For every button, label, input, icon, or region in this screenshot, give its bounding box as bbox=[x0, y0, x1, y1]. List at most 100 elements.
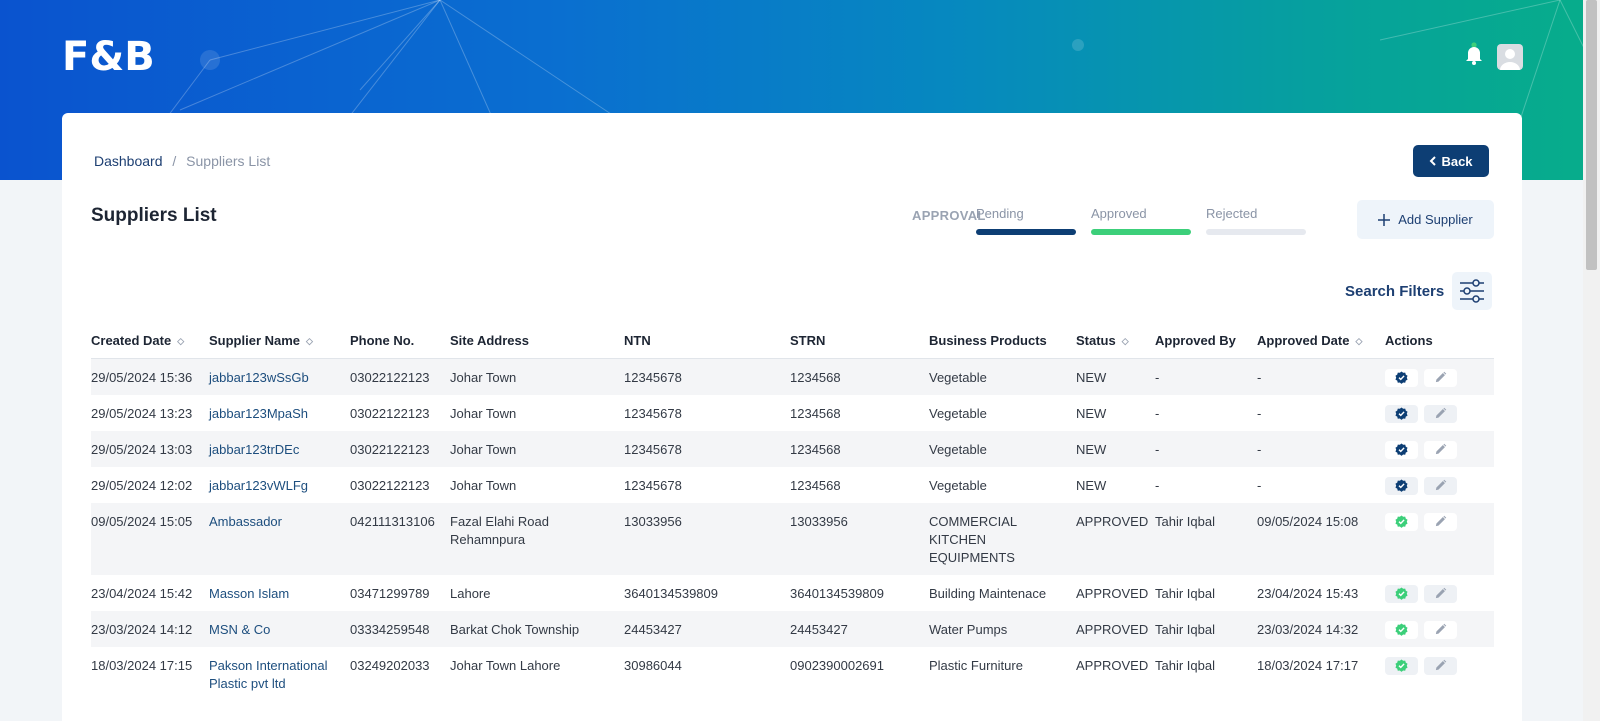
edit-button[interactable] bbox=[1424, 584, 1457, 603]
actions-cell bbox=[1385, 467, 1494, 503]
sort-icon[interactable]: ◇ bbox=[177, 337, 184, 346]
col-business-products: Business Products bbox=[929, 323, 1076, 359]
status-cell: NEW bbox=[1076, 430, 1155, 467]
ntn-cell: 12345678 bbox=[624, 405, 682, 421]
supplier-name-cell[interactable]: Pakson International Plastic pvt ltd bbox=[209, 647, 350, 701]
app-logo[interactable]: F&B bbox=[62, 34, 155, 80]
tab-pending-label: Pending bbox=[976, 206, 1024, 221]
edit-button[interactable] bbox=[1424, 476, 1457, 495]
scrollbar-thumb[interactable] bbox=[1586, 0, 1597, 270]
table-row: 29/05/2024 13:23 jabbar123MpaSh 0302212212… bbox=[91, 395, 1494, 431]
supplier-name-cell[interactable]: MSN & Co bbox=[209, 610, 350, 647]
edit-button[interactable] bbox=[1424, 368, 1457, 387]
col-strn: STRN bbox=[790, 323, 929, 359]
filter-sliders-button[interactable] bbox=[1452, 272, 1492, 310]
approved-by-cell: Tahir Iqbal bbox=[1155, 502, 1257, 575]
back-button[interactable]: Back bbox=[1413, 145, 1489, 177]
strn-cell: 0902390002691 bbox=[790, 657, 884, 673]
bell-icon[interactable] bbox=[1465, 42, 1483, 66]
approve-button[interactable] bbox=[1385, 404, 1418, 423]
approved-by-cell: - bbox=[1155, 405, 1160, 421]
supplier-name-cell[interactable]: Masson Islam bbox=[209, 575, 350, 611]
supplier-name-cell[interactable]: jabbar123vWLFg bbox=[209, 467, 350, 503]
business-products-cell: Vegetable bbox=[929, 358, 1076, 395]
row-actions bbox=[1385, 512, 1494, 531]
verified-check-icon bbox=[1395, 623, 1408, 636]
col-created-date-label: Created Date bbox=[91, 332, 172, 348]
site-address-cell: Johar Town bbox=[450, 430, 624, 467]
sort-icon[interactable]: ◇ bbox=[1122, 337, 1129, 346]
pencil-icon bbox=[1435, 659, 1447, 671]
edit-button[interactable] bbox=[1424, 404, 1457, 423]
search-filters-label[interactable]: Search Filters bbox=[1345, 283, 1444, 300]
sort-icon[interactable]: ◇ bbox=[1355, 337, 1362, 346]
approve-button[interactable] bbox=[1385, 476, 1418, 495]
status-cell: NEW bbox=[1076, 358, 1155, 395]
row-actions bbox=[1385, 368, 1494, 387]
actions-cell bbox=[1385, 575, 1494, 611]
approve-button[interactable] bbox=[1385, 512, 1418, 531]
tab-approved[interactable]: Approved bbox=[1091, 206, 1191, 235]
breadcrumb-separator: / bbox=[172, 153, 177, 169]
strn-cell: 1234568 bbox=[790, 430, 929, 467]
tab-rejected-label: Rejected bbox=[1206, 206, 1258, 221]
add-supplier-button[interactable]: Add Supplier bbox=[1357, 200, 1494, 239]
edit-button[interactable] bbox=[1424, 620, 1457, 639]
tab-pending[interactable]: Pending bbox=[976, 206, 1076, 235]
created-date-cell: 09/05/2024 15:05 bbox=[91, 502, 209, 575]
col-created-date[interactable]: Created Date ◇ bbox=[91, 323, 209, 359]
approve-button[interactable] bbox=[1385, 656, 1418, 675]
col-status[interactable]: Status ◇ bbox=[1076, 323, 1155, 359]
status-cell: NEW bbox=[1076, 477, 1107, 493]
col-site-address: Site Address bbox=[450, 323, 624, 359]
sort-icon[interactable]: ◇ bbox=[306, 337, 313, 346]
back-button-label: Back bbox=[1441, 153, 1473, 169]
page-scrollbar[interactable] bbox=[1583, 0, 1600, 721]
pencil-icon bbox=[1435, 587, 1447, 599]
site-address-cell: Barkat Chok Township bbox=[450, 610, 624, 647]
site-address-cell: Fazal Elahi Road Rehamnpura bbox=[450, 502, 624, 575]
user-avatar[interactable] bbox=[1497, 44, 1523, 70]
created-date-cell: 23/04/2024 15:42 bbox=[91, 585, 193, 601]
site-address-cell: Johar Town bbox=[450, 477, 517, 493]
status-cell: NEW bbox=[1076, 405, 1107, 421]
created-date-cell: 18/03/2024 17:15 bbox=[91, 657, 193, 673]
site-address-cell: Johar Town bbox=[450, 358, 624, 395]
breadcrumb-current: Suppliers List bbox=[186, 153, 271, 169]
verified-check-icon bbox=[1395, 659, 1408, 672]
edit-button[interactable] bbox=[1424, 440, 1457, 459]
col-actions: Actions bbox=[1385, 323, 1494, 359]
col-status-label: Status bbox=[1076, 332, 1116, 348]
col-supplier-name[interactable]: Supplier Name ◇ bbox=[209, 323, 350, 359]
approved-by-cell: Tahir Iqbal bbox=[1155, 657, 1215, 673]
col-approved-date[interactable]: Approved Date ◇ bbox=[1257, 323, 1385, 359]
pencil-icon bbox=[1435, 371, 1447, 383]
sliders-icon bbox=[1460, 279, 1484, 303]
supplier-name-cell[interactable]: jabbar123MpaSh bbox=[209, 395, 350, 431]
actions-cell bbox=[1385, 610, 1494, 647]
approve-button[interactable] bbox=[1385, 584, 1418, 603]
verified-check-icon bbox=[1395, 587, 1408, 600]
breadcrumb-dashboard-link[interactable]: Dashboard bbox=[94, 153, 163, 169]
supplier-name-cell[interactable]: Ambassador bbox=[209, 502, 350, 575]
supplier-name-cell[interactable]: jabbar123trDEc bbox=[209, 430, 350, 467]
plus-icon bbox=[1378, 213, 1391, 226]
edit-button[interactable] bbox=[1424, 656, 1457, 675]
table-header-row: Created Date ◇ Supplier Name ◇ Phone No. S… bbox=[91, 323, 1494, 359]
ntn-cell: 3640134539809 bbox=[624, 585, 718, 601]
business-products-cell: Vegetable bbox=[929, 430, 1076, 467]
approve-button[interactable] bbox=[1385, 368, 1418, 387]
created-date-cell: 29/05/2024 13:23 bbox=[91, 405, 193, 421]
table-row: 23/04/2024 15:42 Masson Islam 03471299789 L… bbox=[91, 575, 1494, 611]
business-products-cell: Water Pumps bbox=[929, 610, 1076, 647]
supplier-name-cell[interactable]: jabbar123wSsGb bbox=[209, 358, 350, 395]
pencil-icon bbox=[1435, 443, 1447, 455]
strn-cell: 1234568 bbox=[790, 358, 929, 395]
tab-rejected-bar bbox=[1206, 229, 1306, 235]
edit-button[interactable] bbox=[1424, 512, 1457, 531]
approved-date-cell: 09/05/2024 15:08 bbox=[1257, 502, 1385, 575]
tab-rejected[interactable]: Rejected bbox=[1206, 206, 1306, 235]
approve-button[interactable] bbox=[1385, 620, 1418, 639]
table-row: 29/05/2024 12:02 jabbar123vWLFg 0302212212… bbox=[91, 467, 1494, 503]
approve-button[interactable] bbox=[1385, 440, 1418, 459]
